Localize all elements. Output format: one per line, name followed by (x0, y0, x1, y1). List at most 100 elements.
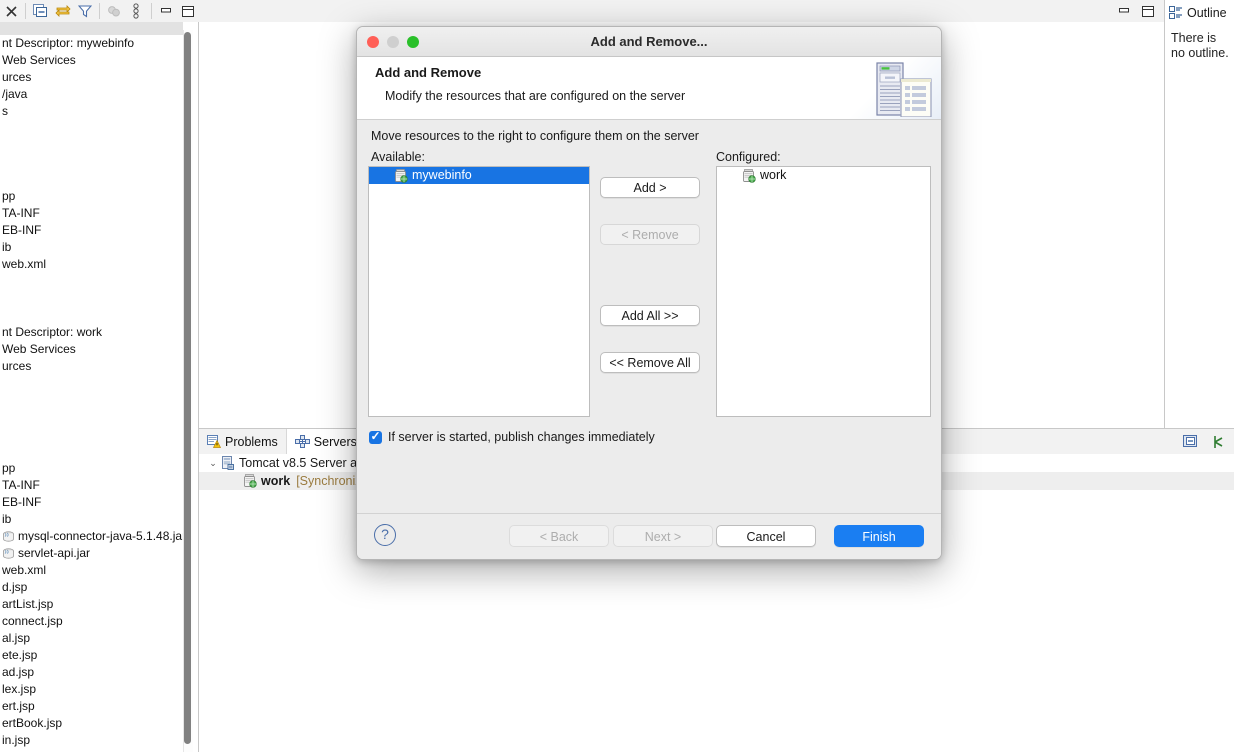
minimize-view-icon[interactable] (154, 0, 176, 22)
tree-item[interactable]: pp (0, 188, 183, 205)
editor-maximize-icon[interactable] (1136, 0, 1160, 22)
tree-item[interactable]: artList.jsp (0, 596, 183, 613)
problems-icon (207, 435, 221, 448)
tree-item[interactable] (0, 137, 183, 154)
publish-immediately-row[interactable]: If server is started, publish changes im… (369, 429, 655, 444)
tree-item[interactable] (0, 171, 183, 188)
tree-item[interactable] (0, 443, 183, 460)
project-explorer-scrollbar-thumb[interactable] (184, 32, 191, 744)
tree-item[interactable] (0, 307, 183, 324)
tree-item[interactable]: pp (0, 460, 183, 477)
help-icon[interactable]: ? (374, 524, 396, 546)
tree-item[interactable] (0, 290, 183, 307)
tree-item[interactable]: lex.jsp (0, 681, 183, 698)
tab-problems[interactable]: Problems (199, 429, 287, 454)
publish-immediately-checkbox[interactable] (369, 429, 382, 444)
tree-item[interactable] (0, 426, 183, 443)
tree-item-label: artList.jsp (2, 597, 54, 611)
tree-item[interactable]: s (0, 103, 183, 120)
available-resources-list[interactable]: mywebinfo (368, 166, 590, 417)
remove-all-button[interactable]: << Remove All (600, 352, 700, 373)
tree-item[interactable] (0, 409, 183, 426)
tab-servers-label: Servers (313, 434, 357, 449)
editor-minimize-icon[interactable] (1112, 0, 1136, 22)
finish-button[interactable]: Finish (834, 525, 924, 547)
tree-item-label: web.xml (2, 563, 47, 577)
view-menu-icon[interactable] (125, 0, 147, 22)
tree-item[interactable]: ib (0, 239, 183, 256)
available-label: Available: (371, 150, 425, 164)
tree-item[interactable]: connect.jsp (0, 613, 183, 630)
tree-item-label: pp (2, 461, 16, 475)
cancel-button[interactable]: Cancel (716, 525, 816, 547)
servers-view-toolbar (1178, 429, 1232, 454)
tree-item[interactable]: nt Descriptor: work (0, 324, 183, 341)
tree-item-label: ertBook.jsp (2, 716, 63, 730)
configured-list-item[interactable]: work (717, 167, 930, 184)
tree-item[interactable]: web.xml (0, 256, 183, 273)
remove-button: < Remove (600, 224, 700, 245)
tree-item-label: in.jsp (2, 733, 31, 747)
window-zoom-button[interactable] (407, 35, 419, 48)
tree-item[interactable] (0, 392, 183, 409)
tree-item[interactable]: EB-INF (0, 494, 183, 511)
tree-item-label: al.jsp (2, 631, 31, 645)
tree-item[interactable]: web.xml (0, 562, 183, 579)
tree-item[interactable]: TA-INF (0, 205, 183, 222)
project-explorer-view: nt Descriptor: mywebinfo Web Services urce… (0, 0, 199, 752)
tree-item-label: urces (2, 70, 32, 84)
tree-item-label: ad.jsp (2, 665, 35, 679)
project-explorer-tree[interactable]: nt Descriptor: mywebinfo Web Services urce… (0, 35, 183, 752)
tree-item-label: ert.jsp (2, 699, 35, 713)
tree-item-label: TA-INF (2, 478, 40, 492)
tree-item-label: connect.jsp (2, 614, 63, 628)
tree-item[interactable]: nt Descriptor: mywebinfo (0, 35, 183, 52)
close-view-icon[interactable] (0, 0, 22, 22)
window-close-button[interactable] (367, 35, 379, 48)
tree-item[interactable]: al.jsp (0, 630, 183, 647)
tree-item[interactable] (0, 375, 183, 392)
add-all-button[interactable]: Add All >> (600, 305, 700, 326)
tree-item-label: EB-INF (2, 495, 42, 509)
configured-resources-list[interactable]: work (716, 166, 931, 417)
tree-item[interactable]: ertBook.jsp (0, 715, 183, 732)
tree-item[interactable]: Web Services (0, 52, 183, 69)
tree-item[interactable] (0, 120, 183, 137)
expand-collapse-icon[interactable]: ⌄ (205, 454, 221, 472)
maximize-view-icon[interactable] (177, 0, 199, 22)
tree-item[interactable]: urces (0, 358, 183, 375)
servers-maximize-icon[interactable] (1206, 431, 1230, 453)
focus-on-active-task-icon[interactable] (103, 0, 125, 22)
tree-item-label: nt Descriptor: work (2, 325, 103, 339)
tree-item[interactable]: servlet-api.jar (0, 545, 183, 562)
link-with-editor-icon[interactable] (51, 0, 73, 22)
tree-item[interactable]: ete.jsp (0, 647, 183, 664)
tree-item-label: /java (2, 87, 28, 101)
tree-item[interactable]: /java (0, 86, 183, 103)
dialog-footer: ? < Back Next > Cancel Finish (357, 513, 941, 559)
tree-item[interactable] (0, 154, 183, 171)
servers-minimize-icon[interactable] (1178, 431, 1202, 453)
tree-item[interactable]: urces (0, 69, 183, 86)
dialog-titlebar[interactable]: Add and Remove... (357, 27, 941, 57)
tree-item[interactable]: in.jsp (0, 732, 183, 749)
available-list-item[interactable]: mywebinfo (369, 167, 589, 184)
tree-item[interactable]: EB-INF (0, 222, 183, 239)
add-button[interactable]: Add > (600, 177, 700, 198)
tree-item[interactable]: Web Services (0, 341, 183, 358)
configured-label: Configured: (716, 150, 781, 164)
tree-item[interactable]: d.jsp (0, 579, 183, 596)
tree-item[interactable]: TA-INF (0, 477, 183, 494)
tree-item[interactable] (0, 273, 183, 290)
toolbar-divider (99, 3, 100, 19)
tree-item[interactable]: ert.jsp (0, 698, 183, 715)
web-module-icon (394, 169, 408, 183)
tree-item[interactable]: mysql-connector-java-5.1.48.jar (0, 528, 183, 545)
dialog-window-title: Add and Remove... (590, 34, 708, 49)
tree-item[interactable]: ib (0, 511, 183, 528)
tab-outline[interactable]: Outline (1165, 0, 1234, 25)
tree-item[interactable]: ad.jsp (0, 664, 183, 681)
collapse-all-icon[interactable] (29, 0, 51, 22)
filter-icon[interactable] (74, 0, 96, 22)
tree-item-label: urces (2, 359, 32, 373)
